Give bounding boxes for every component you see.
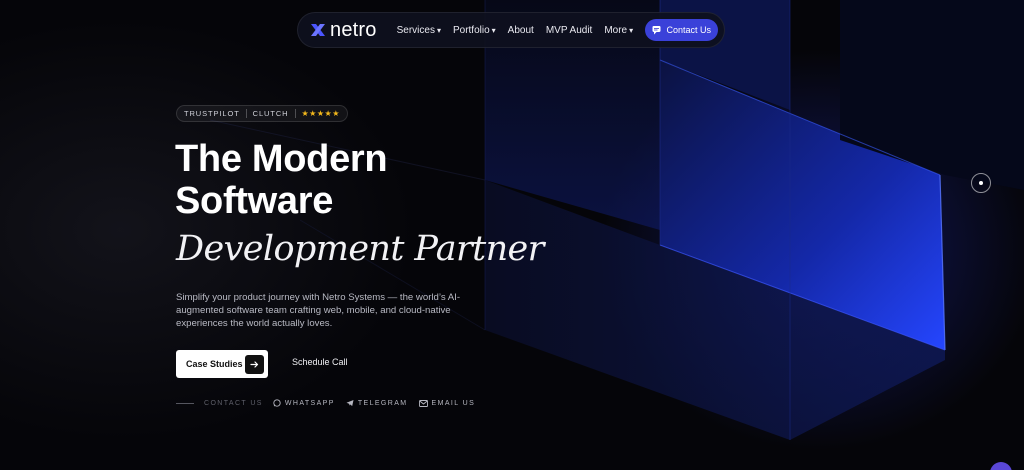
chevron-down-icon: ▾ — [436, 25, 441, 35]
star-rating-icon: ★★★★★ — [301, 109, 340, 118]
email-link[interactable]: EMAIL US — [418, 399, 476, 407]
chevron-down-icon: ▾ — [629, 25, 634, 35]
mail-icon — [418, 399, 428, 407]
nav-item-more[interactable]: More ▾ — [604, 25, 633, 36]
hero-title-line-1: The Modern — [175, 138, 388, 180]
whatsapp-link[interactable]: WHATSAPP — [273, 399, 335, 407]
chat-widget-button[interactable] — [990, 462, 1012, 470]
badge-trustpilot: TRUSTPILOT — [184, 109, 240, 118]
nav-item-label: Portfolio — [452, 24, 490, 36]
arrow-right-icon — [245, 354, 264, 374]
hero-title-line-3: Development Partner — [176, 229, 544, 269]
scroll-indicator[interactable] — [971, 173, 991, 193]
rating-badge: TRUSTPILOT CLUTCH ★★★★★ — [176, 105, 348, 122]
contact-us-label: Contact Us — [666, 25, 711, 35]
hero-description: Simplify your product journey with Netro… — [176, 292, 461, 329]
hero-title-line-2: Software — [175, 180, 334, 222]
netro-logo-icon — [311, 24, 325, 36]
nav-item-label: MVP Audit — [545, 24, 593, 36]
nav-item-label: Services — [396, 24, 435, 36]
contact-us-button[interactable]: Contact Us — [645, 19, 718, 41]
nav-item-label: More — [604, 24, 628, 36]
telegram-icon — [346, 399, 354, 407]
page: netro Services ▾ Portfolio ▾ About MVP A… — [0, 0, 1024, 470]
logo-text: netro — [330, 18, 377, 41]
dot-icon — [979, 181, 983, 185]
divider — [245, 109, 247, 118]
email-label: EMAIL US — [431, 399, 476, 407]
case-studies-button[interactable]: Case Studies — [176, 350, 268, 378]
schedule-call-button[interactable]: Schedule Call — [292, 357, 348, 367]
divider — [294, 109, 296, 118]
logo[interactable]: netro — [310, 19, 377, 42]
whatsapp-label: WHATSAPP — [284, 399, 335, 407]
telegram-link[interactable]: TELEGRAM — [346, 399, 408, 407]
contact-label: CONTACT US — [204, 399, 263, 407]
nav-item-portfolio[interactable]: Portfolio ▾ — [453, 25, 496, 36]
nav-item-label: About — [507, 24, 534, 36]
contact-row: CONTACT US WHATSAPP TELEGRAM EMAIL US — [176, 399, 486, 407]
top-nav: netro Services ▾ Portfolio ▾ About MVP A… — [297, 12, 725, 48]
nav-links: Services ▾ Portfolio ▾ About MVP Audit M… — [397, 25, 646, 36]
chat-icon — [652, 25, 662, 35]
nav-item-about[interactable]: About — [508, 25, 534, 36]
chevron-down-icon: ▾ — [491, 25, 496, 35]
telegram-label: TELEGRAM — [357, 399, 408, 407]
nav-item-services[interactable]: Services ▾ — [397, 25, 441, 36]
nav-item-mvp-audit[interactable]: MVP Audit — [546, 25, 593, 36]
badge-clutch: CLUTCH — [252, 109, 289, 118]
whatsapp-icon — [273, 399, 281, 407]
divider — [176, 402, 194, 404]
case-studies-label: Case Studies — [186, 359, 243, 369]
